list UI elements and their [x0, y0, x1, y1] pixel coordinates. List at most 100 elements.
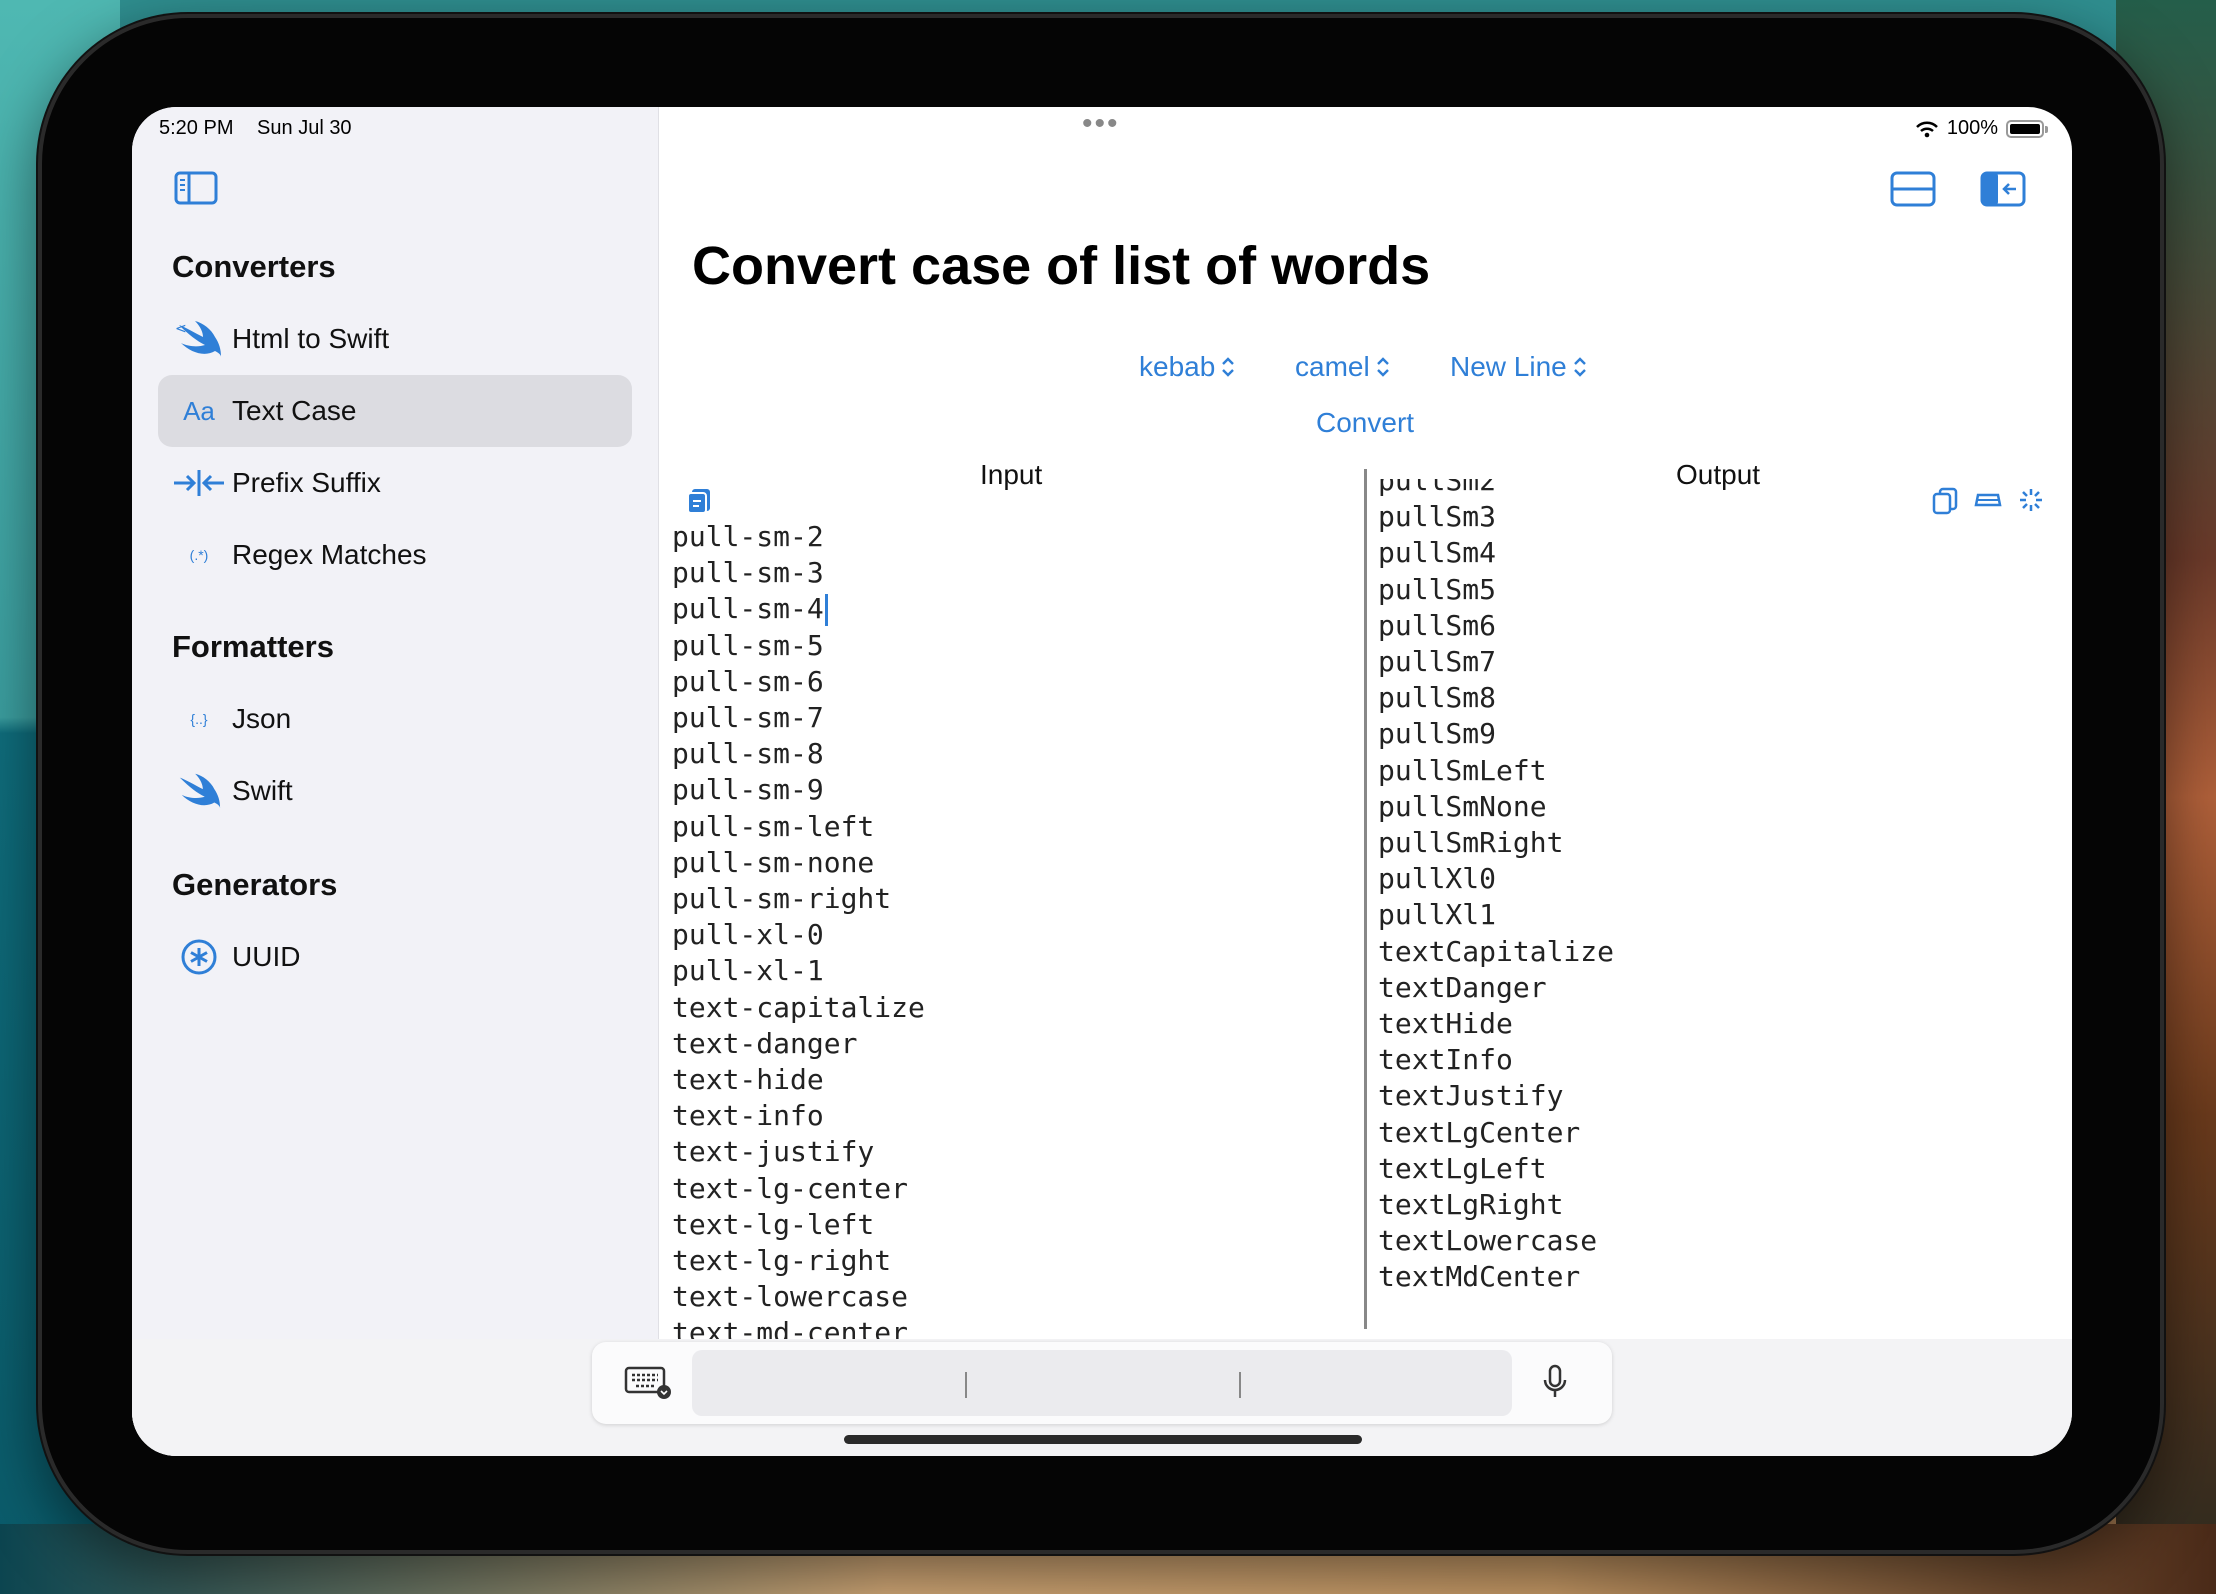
sidebar-item-label: Html to Swift	[232, 323, 390, 354]
split-layout-icon[interactable]	[1890, 171, 1936, 207]
section-title-formatters: Formatters	[172, 629, 334, 664]
output-text-area[interactable]: pullSm2 pullSm3 pullSm4 pullSm5 pullSm6 pullS…	[1372, 479, 2062, 1339]
battery-icon	[2006, 119, 2048, 138]
prefix-suffix-icon	[172, 458, 226, 508]
output-line: pullSm7	[1378, 645, 1497, 679]
status-time: 5:20 PM	[159, 117, 234, 139]
picker-separator[interactable]: New Line	[1450, 351, 1587, 383]
text-case-icon: Aa	[183, 395, 215, 426]
sidebar-item-uuid[interactable]: UUID	[158, 921, 632, 993]
input-line: pull-sm-2	[672, 520, 824, 553]
picker-label: kebab	[1139, 351, 1216, 382]
keyboard-shortcut-bar	[592, 1342, 1612, 1424]
picker-label: camel	[1295, 351, 1370, 382]
input-line: text-lg-center	[672, 1171, 909, 1205]
input-line: pull-sm-8	[672, 737, 824, 771]
input-line: pull-xl-0	[672, 918, 824, 952]
keyboard-icon[interactable]	[624, 1366, 672, 1400]
column-divider[interactable]	[1364, 469, 1367, 1329]
input-line: text-lg-right	[672, 1244, 892, 1278]
output-line: pullSm3	[1378, 500, 1497, 534]
sidebar-item-label: Json	[232, 703, 292, 734]
input-line: text-justify	[672, 1135, 875, 1169]
output-line: pullSm4	[1378, 536, 1497, 570]
chevron-up-down-icon	[1573, 357, 1586, 377]
regex-icon: (.*)	[189, 547, 209, 563]
picker-input-case[interactable]: kebab	[1139, 351, 1235, 383]
sidebar: 5:20 PM Sun Jul 30 Converters < Html to …	[132, 107, 659, 1456]
input-line: text-info	[672, 1099, 824, 1133]
chevron-up-down-icon	[1222, 357, 1235, 377]
sidebar-item-label: UUID	[232, 941, 301, 972]
output-line: textHide	[1378, 1007, 1513, 1041]
json-braces-icon: {..}	[190, 711, 208, 727]
input-text: pull-sm-2 pull-sm-3 pull-sm-4 pull-sm-5 pull…	[672, 519, 925, 1339]
output-line: textDanger	[1378, 970, 1547, 1004]
convert-button[interactable]: Convert	[1316, 407, 1414, 439]
input-line: text-lowercase	[672, 1280, 909, 1314]
output-line: textLgLeft	[1378, 1151, 1547, 1185]
output-line: textJustify	[1378, 1079, 1564, 1113]
sidebar-item-prefix-suffix[interactable]: Prefix Suffix	[158, 447, 632, 519]
status-date: Sun Jul 30	[257, 117, 352, 139]
chevron-up-down-icon	[1376, 357, 1389, 377]
picker-output-case[interactable]: camel	[1295, 351, 1390, 383]
output-line: textInfo	[1378, 1043, 1513, 1077]
sidebar-item-label: Regex Matches	[232, 539, 427, 570]
output-line: pullSmRight	[1378, 826, 1564, 860]
sidebar-item-swift[interactable]: Swift	[158, 755, 632, 827]
input-line: text-capitalize	[672, 990, 925, 1024]
microphone-icon[interactable]	[1542, 1364, 1568, 1400]
input-line: pull-sm-6	[672, 664, 824, 698]
section-title-generators: Generators	[172, 867, 338, 902]
input-line: pull-sm-none	[672, 845, 875, 879]
inspector-toggle-icon[interactable]	[1980, 171, 2026, 207]
input-line: pull-sm-right	[672, 882, 892, 916]
sidebar-item-html-to-swift[interactable]: < Html to Swift	[158, 303, 632, 375]
sidebar-item-json[interactable]: {..} Json	[158, 683, 632, 755]
output-line: textLgCenter	[1378, 1115, 1581, 1149]
output-line: pullSm9	[1378, 717, 1497, 751]
paste-icon[interactable]	[686, 487, 712, 515]
home-indicator[interactable]	[844, 1435, 1362, 1444]
app-screen: 5:20 PM Sun Jul 30 Converters < Html to …	[132, 107, 2072, 1456]
input-line: pull-sm-5	[672, 628, 824, 662]
output-text: pullSm2 pullSm3 pullSm4 pullSm5 pullSm6 pullS…	[1378, 479, 1614, 1296]
multitasking-dots-icon[interactable]: •••	[1082, 109, 1120, 139]
sidebar-item-label: Text Case	[232, 395, 357, 426]
input-line: text-danger	[672, 1026, 858, 1060]
output-line: pullXl0	[1378, 862, 1497, 896]
suggestion-divider	[965, 1372, 967, 1398]
input-text-area[interactable]: pull-sm-2 pull-sm-3 pull-sm-4 pull-sm-5 pull…	[667, 519, 1357, 1339]
status-bar-right: 100%	[1915, 117, 2048, 140]
svg-text:<: <	[175, 321, 187, 337]
sidebar-item-text-case[interactable]: Aa Text Case	[158, 375, 632, 447]
output-line: pullSm8	[1378, 681, 1497, 715]
sidebar-item-regex-matches[interactable]: (.*) Regex Matches	[158, 519, 632, 591]
sidebar-toggle-icon[interactable]	[174, 171, 218, 205]
wifi-icon	[1915, 121, 1938, 137]
output-line: pullSm6	[1378, 608, 1497, 642]
input-line: text-md-center	[672, 1316, 909, 1339]
output-line: textMdCenter	[1378, 1260, 1581, 1294]
input-line: pull-sm-4	[672, 591, 925, 627]
sidebar-item-label: Swift	[232, 775, 293, 806]
swift-icon	[172, 766, 226, 816]
shortcut-suggestions[interactable]	[692, 1350, 1512, 1416]
swift-icon: <	[172, 314, 226, 364]
suggestion-divider	[1239, 1372, 1241, 1398]
asterisk-circle-icon	[172, 932, 226, 982]
output-line: pullSm2	[1378, 479, 1497, 497]
picker-label: New Line	[1450, 351, 1567, 382]
section-title-converters: Converters	[172, 249, 336, 284]
input-line: pull-sm-7	[672, 701, 824, 735]
input-line: pull-sm-9	[672, 773, 824, 807]
input-line: text-lg-left	[672, 1207, 875, 1241]
output-line: pullSmNone	[1378, 789, 1547, 823]
sidebar-item-label: Prefix Suffix	[232, 467, 381, 498]
output-line: textCapitalize	[1378, 934, 1615, 968]
input-line: text-hide	[672, 1063, 824, 1097]
output-line: textLowercase	[1378, 1224, 1598, 1258]
page-title: Convert case of list of words	[692, 236, 1431, 296]
status-bar-left: 5:20 PM Sun Jul 30	[159, 117, 370, 140]
